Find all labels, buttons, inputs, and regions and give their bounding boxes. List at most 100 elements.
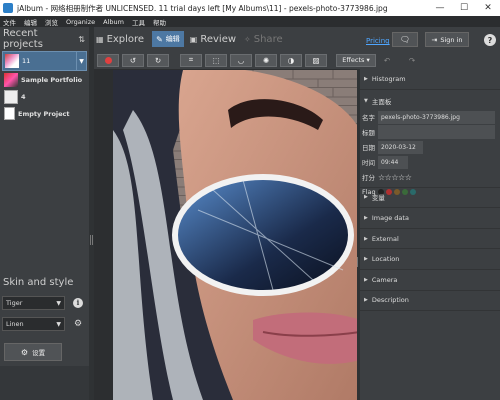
curves-button[interactable]: ◡ (230, 53, 252, 67)
sort-icon[interactable]: ⇅ (78, 35, 85, 44)
crop-button[interactable]: ⌗ (180, 53, 202, 67)
skin-row: Tiger ▼ i (0, 292, 89, 313)
menu-file[interactable]: 文件 (3, 17, 16, 27)
style-select[interactable]: Linen ▼ (2, 316, 65, 331)
levels-icon: ▨ (312, 55, 320, 65)
section-label: Location (371, 255, 400, 264)
tab-explore[interactable]: ▦ Explore (96, 34, 144, 45)
flag-green[interactable] (402, 189, 408, 196)
straighten-button[interactable]: ⬚ (205, 53, 227, 67)
section-histogram[interactable]: ▶ Histogram (360, 69, 500, 90)
menu-edit[interactable]: 编辑 (24, 17, 37, 27)
splitter-grip[interactable] (90, 235, 93, 245)
skin-info-button[interactable]: i (71, 296, 85, 310)
name-field[interactable]: pexels-photo-3773986.jpg (378, 110, 495, 124)
left-bottom-bar (0, 366, 89, 400)
expand-icon: ▶ (364, 297, 368, 304)
help-button[interactable]: ? (484, 34, 496, 46)
photo-preview[interactable] (113, 70, 360, 400)
maximize-button[interactable]: ☐ (452, 0, 476, 16)
chevron-down-icon: ▼ (56, 299, 61, 307)
menu-tools[interactable]: 工具 (132, 17, 145, 27)
section-external[interactable]: ▶ External (360, 229, 500, 250)
section-main[interactable]: ▼ 主面板 (360, 92, 500, 110)
section-location[interactable]: ▶ Location (360, 249, 500, 270)
pencil-icon: ✎ (156, 34, 163, 44)
name-label: 名字 (362, 114, 375, 123)
date-field[interactable]: 2020-03-12 (378, 140, 423, 154)
menu-album[interactable]: Album (103, 18, 124, 26)
gear-icon: ⚙ (20, 347, 29, 357)
menu-help[interactable]: 帮助 (153, 17, 166, 27)
title-field[interactable] (378, 125, 495, 140)
tab-edit[interactable]: ✎ 编辑 (152, 31, 184, 47)
title-label: 标题 (362, 129, 375, 138)
project-item[interactable]: Sample Portfolio (0, 71, 89, 88)
project-name: Empty Project (18, 109, 70, 118)
photo-image (113, 70, 360, 400)
flag-brown[interactable] (394, 189, 400, 196)
time-field[interactable]: 09:44 (378, 155, 408, 169)
section-camera[interactable]: ▶ Camera (360, 270, 500, 291)
settings-button[interactable]: ⚙ 设置 (4, 343, 62, 361)
tab-share[interactable]: ✧ Share (244, 34, 283, 45)
rotate-right-icon: ↻ (154, 55, 162, 65)
section-label: Description (371, 296, 409, 305)
tab-label: Review (200, 33, 237, 45)
name-row: 名字 pexels-photo-3773986.jpg (360, 110, 500, 125)
expand-icon: ▶ (364, 75, 368, 82)
rotate-left-button[interactable]: ↺ (122, 53, 144, 67)
menu-bar: 文件 编辑 浏览 Organize Album 工具 帮助 (0, 16, 500, 27)
window-title: jAlbum - 网络相册制作者 UNLICENSED. 11 trial da… (17, 3, 388, 13)
project-item-selected[interactable]: 11 ▼ (2, 51, 87, 71)
menu-browse[interactable]: 浏览 (45, 17, 58, 27)
expand-icon: ▶ (364, 256, 368, 263)
pricing-link[interactable]: Pricing (366, 37, 390, 45)
tab-review[interactable]: ▣ Review (190, 34, 236, 45)
mode-tabs: ▦ Explore ✎ 编辑 ▣ Review ✧ Share (94, 27, 360, 51)
expand-icon: ▶ (364, 194, 368, 201)
effects-dropdown[interactable]: Effects ▾ (336, 53, 376, 67)
project-item[interactable]: Empty Project (0, 105, 89, 122)
minimize-button[interactable]: — (428, 0, 452, 16)
section-image-data[interactable]: ▶ Image data (360, 208, 500, 229)
brightness-button[interactable]: ✺ (255, 53, 277, 67)
levels-button[interactable]: ▨ (305, 53, 327, 67)
star-rating[interactable]: ☆☆☆☆☆ (378, 173, 412, 182)
contrast-button[interactable]: ◑ (280, 53, 302, 67)
notifications-button[interactable]: 🗨 (392, 32, 418, 47)
section-description[interactable]: ▶ Description (360, 291, 500, 312)
chevron-down-icon[interactable]: ▼ (76, 52, 86, 70)
flag-teal[interactable] (410, 189, 416, 196)
time-row: 时间 09:44 (360, 155, 500, 170)
redo-button[interactable]: ↷ (401, 54, 423, 67)
close-button[interactable]: ✕ (476, 0, 500, 16)
style-value: Linen (6, 319, 24, 328)
empty-project-icon (4, 107, 15, 120)
contrast-icon: ◑ (287, 55, 295, 65)
project-item[interactable]: 4 (0, 88, 89, 105)
redo-icon: ↷ (408, 55, 416, 65)
skin-style-title: Skin and style (3, 276, 74, 288)
expand-icon: ▶ (364, 214, 368, 221)
main-panel: ▼ 主面板 名字 pexels-photo-3773986.jpg 标题 日期 … (360, 90, 500, 196)
collapse-icon: ▼ (364, 97, 368, 104)
undo-button[interactable]: ↶ (376, 54, 398, 67)
review-icon: ▣ (189, 34, 198, 44)
style-settings-button[interactable]: ⚙ (71, 317, 85, 331)
recent-projects-header: Recent projects ⇅ (0, 27, 89, 51)
rotate-right-button[interactable]: ↻ (147, 53, 169, 67)
flag-red[interactable] (386, 189, 392, 196)
curve-icon: ◡ (237, 55, 245, 65)
style-row: Linen ▼ ⚙ (0, 313, 89, 334)
project-name: 4 (21, 92, 26, 101)
sign-in-button[interactable]: ⇥ Sign in (425, 32, 469, 47)
menu-organize[interactable]: Organize (66, 18, 95, 26)
properties-panel: ▶ Histogram ▼ 主面板 名字 pexels-photo-377398… (360, 69, 500, 400)
section-label: External (371, 234, 399, 243)
tab-label: Share (253, 33, 283, 45)
red-eye-button[interactable] (97, 53, 119, 67)
project-thumbnail (5, 54, 19, 68)
gear-icon: ⚙ (73, 318, 83, 329)
skin-select[interactable]: Tiger ▼ (2, 295, 65, 310)
